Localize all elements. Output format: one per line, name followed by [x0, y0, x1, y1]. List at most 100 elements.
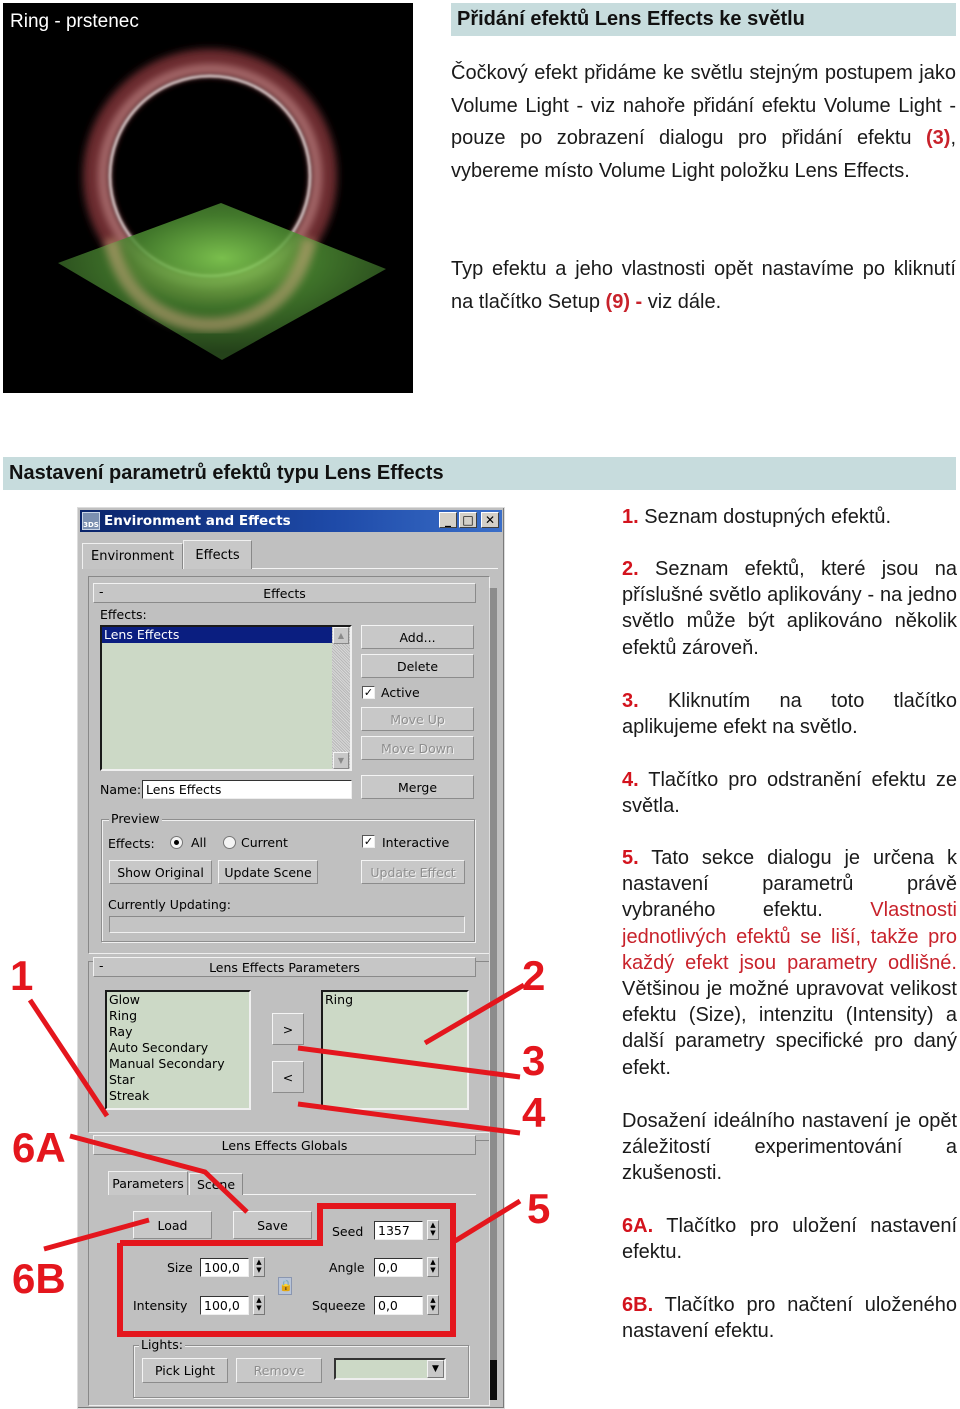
note-text: Kliknutím na toto tlačítko aplikujeme ef… — [622, 690, 957, 739]
available-effect-item[interactable]: Glow — [107, 992, 249, 1008]
dialog-titlebar[interactable]: 3DS Environment and Effects _ □ ✕ — [80, 510, 502, 532]
delete-button[interactable]: Delete — [361, 654, 474, 678]
tab-globals-parameters[interactable]: Parameters — [108, 1171, 188, 1195]
radio-all-label: All — [191, 835, 207, 850]
angle-spinner[interactable]: ▲ ▼ — [427, 1257, 439, 1277]
angle-input[interactable]: 0,0 — [374, 1258, 423, 1277]
intensity-label: Intensity — [133, 1298, 188, 1313]
scroll-down-arrow-icon[interactable]: ▼ — [333, 752, 349, 769]
note-number: 3. — [622, 690, 639, 712]
add-button[interactable]: Add... — [361, 625, 474, 649]
chevron-down-icon[interactable]: ▼ — [427, 1360, 444, 1378]
note-3: 3. Kliknutím na toto tlačítko aplikujeme… — [622, 688, 957, 740]
collapse-toggle[interactable]: - — [99, 584, 104, 599]
tab-environment[interactable]: Environment — [82, 543, 183, 569]
note-text: Dosažení ideálního nastavení je opět zál… — [622, 1110, 957, 1185]
show-original-button[interactable]: Show Original — [109, 860, 212, 884]
lens-globals-header[interactable]: Lens Effects Globals — [93, 1135, 476, 1155]
close-button[interactable]: ✕ — [481, 512, 499, 528]
radio-all[interactable] — [170, 836, 183, 849]
minimize-button[interactable]: _ — [439, 512, 457, 528]
seed-spinner[interactable]: ▲ ▼ — [427, 1220, 439, 1240]
note-number: 6B. — [622, 1294, 654, 1316]
maximize-button[interactable]: □ — [459, 512, 477, 528]
panel-scrollbar-thumb[interactable] — [490, 1360, 497, 1400]
effects-list[interactable]: Lens Effects ▲ ▼ — [100, 625, 352, 771]
ring-render-graphic — [58, 49, 386, 360]
collapse-toggle[interactable]: - — [99, 958, 104, 973]
save-button[interactable]: Save — [233, 1211, 312, 1239]
name-input[interactable]: Lens Effects — [142, 780, 352, 799]
size-label: Size — [167, 1260, 193, 1275]
effects-list-item[interactable]: Lens Effects — [102, 627, 332, 643]
callout-label-6b: 6B — [12, 1255, 66, 1302]
effects-rollout-header[interactable]: - Effects — [93, 583, 476, 603]
active-checkbox[interactable]: ✓ — [362, 686, 375, 699]
setup-paragraph: Typ efektu a jeho vlastnosti opět nastav… — [451, 253, 956, 318]
update-scene-button[interactable]: Update Scene — [218, 860, 318, 884]
load-button[interactable]: Load — [133, 1211, 212, 1239]
callout-label-5: 5 — [527, 1185, 551, 1232]
dialog-title: Environment and Effects — [104, 513, 291, 529]
update-effect-button[interactable]: Update Effect — [361, 860, 465, 884]
note-1: 1. Seznam dostupných efektů. — [622, 504, 957, 530]
lights-group-title: Lights: — [139, 1337, 185, 1352]
ref-3: (3) — [925, 127, 951, 149]
available-effect-item[interactable]: Manual Secondary — [107, 1056, 249, 1072]
available-effect-item[interactable]: Streak — [107, 1088, 249, 1104]
note-5: 5. Tato sekce dialogu je určena k nastav… — [622, 845, 957, 1081]
interactive-checkbox[interactable]: ✓ — [362, 835, 375, 848]
ref-9: (9) - — [605, 290, 643, 313]
radio-current[interactable] — [223, 836, 236, 849]
lock-icon[interactable]: 🔒 — [278, 1277, 293, 1295]
size-spinner[interactable]: ▲ ▼ — [253, 1257, 265, 1277]
render-caption: Ring - prstenec — [10, 11, 139, 32]
available-effects-list[interactable]: Glow Ring Ray Auto Secondary Manual Seco… — [105, 990, 251, 1110]
name-label: Name: — [100, 782, 142, 797]
applied-effects-list[interactable]: Ring — [321, 990, 469, 1110]
currently-updating-label: Currently Updating: — [108, 897, 231, 912]
environment-effects-dialog: 3DS Environment and Effects _ □ ✕ Enviro… — [77, 507, 505, 1409]
note-text: Seznam dostupných efektů. — [638, 506, 892, 528]
remove-light-button[interactable]: Remove — [236, 1358, 322, 1383]
add-effect-arrow-button[interactable]: > — [272, 1013, 304, 1045]
move-up-button[interactable]: Move Up — [361, 707, 474, 731]
effects-list-scrollbar[interactable]: ▲ ▼ — [332, 627, 350, 769]
squeeze-spinner[interactable]: ▲ ▼ — [427, 1295, 439, 1315]
angle-label: Angle — [329, 1260, 365, 1275]
radio-current-label: Current — [241, 835, 288, 850]
section-heading-add-lens-effects: Přidání efektů Lens Effects ke světlu — [451, 3, 956, 36]
panel-scrollbar[interactable] — [489, 588, 497, 1400]
intensity-spinner[interactable]: ▲ ▼ — [253, 1295, 265, 1315]
size-input[interactable]: 100,0 — [200, 1258, 249, 1277]
seed-input[interactable]: 1357 — [374, 1221, 423, 1240]
squeeze-input[interactable]: 0,0 — [374, 1296, 423, 1315]
tab-effects[interactable]: Effects — [183, 540, 252, 569]
globals-tab-divider — [243, 1194, 476, 1195]
callout-label-1: 1 — [10, 952, 34, 999]
note-6a: 6A. Tlačítko pro uložení nastavení efekt… — [622, 1213, 957, 1265]
intro-text: Čočkový efekt přidáme ke světlu stejným … — [451, 62, 956, 149]
tab-globals-scene[interactable]: Scene — [189, 1173, 243, 1195]
scroll-up-arrow-icon[interactable]: ▲ — [333, 627, 349, 644]
note-number: 2. — [622, 558, 639, 580]
lights-dropdown[interactable]: ▼ — [334, 1358, 446, 1380]
intensity-input[interactable]: 100,0 — [200, 1296, 249, 1315]
note-text: Tlačítko pro načtení uloženého nastavení… — [622, 1294, 957, 1343]
note-2: 2. Seznam efektů, které jsou na příslušn… — [622, 556, 957, 661]
applied-effect-item[interactable]: Ring — [323, 992, 467, 1008]
note-number: 6A. — [622, 1215, 654, 1237]
available-effect-item[interactable]: Star — [107, 1072, 249, 1088]
lens-params-header[interactable]: - Lens Effects Parameters — [93, 957, 476, 977]
available-effect-item[interactable]: Auto Secondary — [107, 1040, 249, 1056]
section-heading-lens-parameters: Nastavení parametrů efektů typu Lens Eff… — [3, 457, 956, 490]
effects-rollout-title: Effects — [263, 585, 306, 601]
merge-button[interactable]: Merge — [361, 775, 474, 799]
move-down-button[interactable]: Move Down — [361, 736, 474, 760]
available-effect-item[interactable]: Ring — [107, 1008, 249, 1024]
remove-effect-arrow-button[interactable]: < — [272, 1061, 304, 1093]
ring-render-image: Ring - prstenec — [3, 3, 413, 393]
tab-divider — [252, 568, 498, 569]
available-effect-item[interactable]: Ray — [107, 1024, 249, 1040]
pick-light-button[interactable]: Pick Light — [142, 1358, 228, 1383]
